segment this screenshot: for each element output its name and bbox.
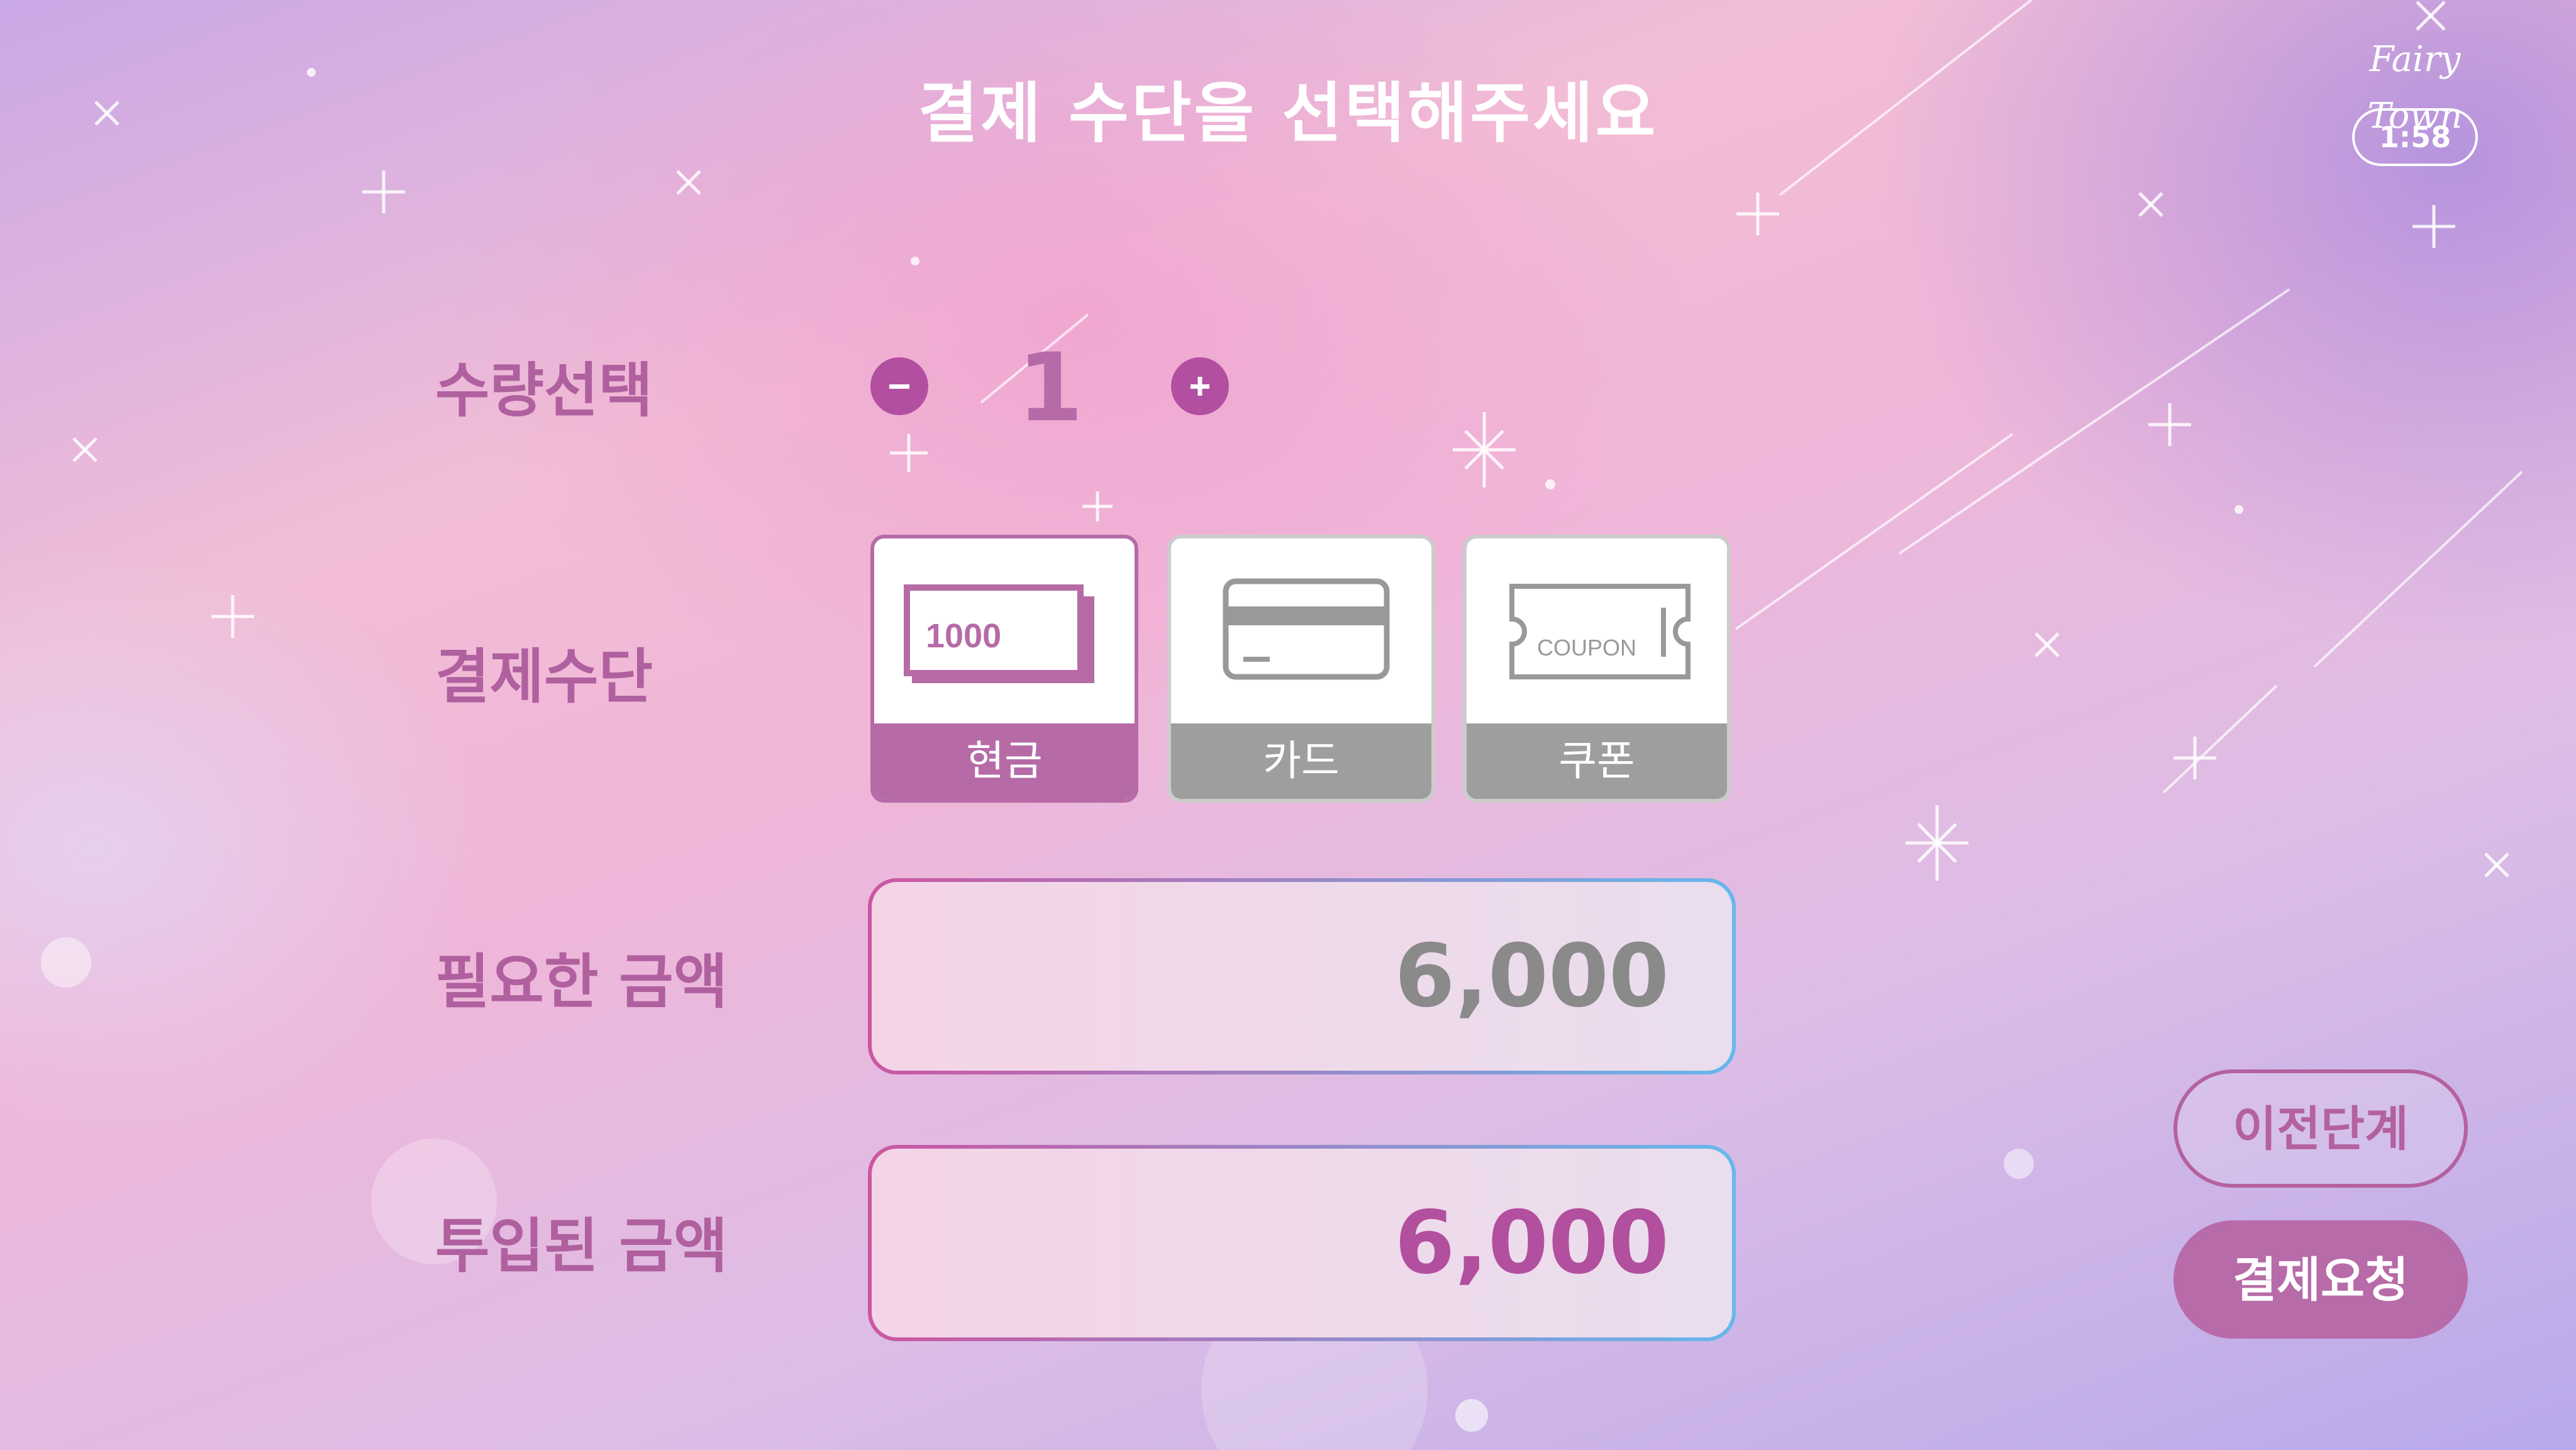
payment-option-coupon[interactable]: COUPON 쿠폰	[1463, 535, 1731, 803]
cash-icon: 1000	[904, 584, 1094, 683]
required-amount-value: 6,000	[1394, 925, 1669, 1027]
plus-icon	[1191, 377, 1209, 396]
request-payment-button[interactable]: 결제요청	[2174, 1220, 2468, 1339]
quantity-decrease-button[interactable]	[870, 357, 928, 415]
payment-method-label: 결제수단	[435, 643, 653, 711]
svg-text:1000: 1000	[926, 617, 1001, 655]
previous-step-button[interactable]: 이전단계	[2174, 1069, 2468, 1188]
quantity-increase-button[interactable]	[1171, 357, 1229, 415]
inserted-amount-label: 투입된 금액	[435, 1212, 728, 1281]
payment-option-label: 카드	[1171, 723, 1431, 799]
quantity-label: 수량선택	[435, 357, 653, 425]
payment-option-label: 현금	[874, 723, 1135, 799]
quantity-value: 1	[1017, 333, 1084, 443]
minus-icon	[889, 384, 909, 389]
payment-option-label: 쿠폰	[1467, 723, 1727, 799]
svg-text:COUPON: COUPON	[1537, 635, 1636, 661]
payment-option-card[interactable]: 카드	[1167, 535, 1435, 803]
coupon-icon: COUPON	[1509, 584, 1690, 679]
page-title: 결제 수단을 선택해주세요	[918, 75, 1658, 152]
countdown-timer: 1:58	[2352, 108, 2478, 166]
payment-option-cash[interactable]: 1000 현금	[870, 535, 1138, 803]
credit-card-icon	[1223, 578, 1390, 680]
fairy-town-logo: Fairy Town	[2367, 39, 2463, 137]
inserted-amount-field: 6,000	[868, 1145, 1736, 1341]
inserted-amount-value: 6,000	[1394, 1192, 1669, 1293]
required-amount-label: 필요한 금액	[435, 948, 728, 1017]
required-amount-field: 6,000	[868, 878, 1736, 1074]
